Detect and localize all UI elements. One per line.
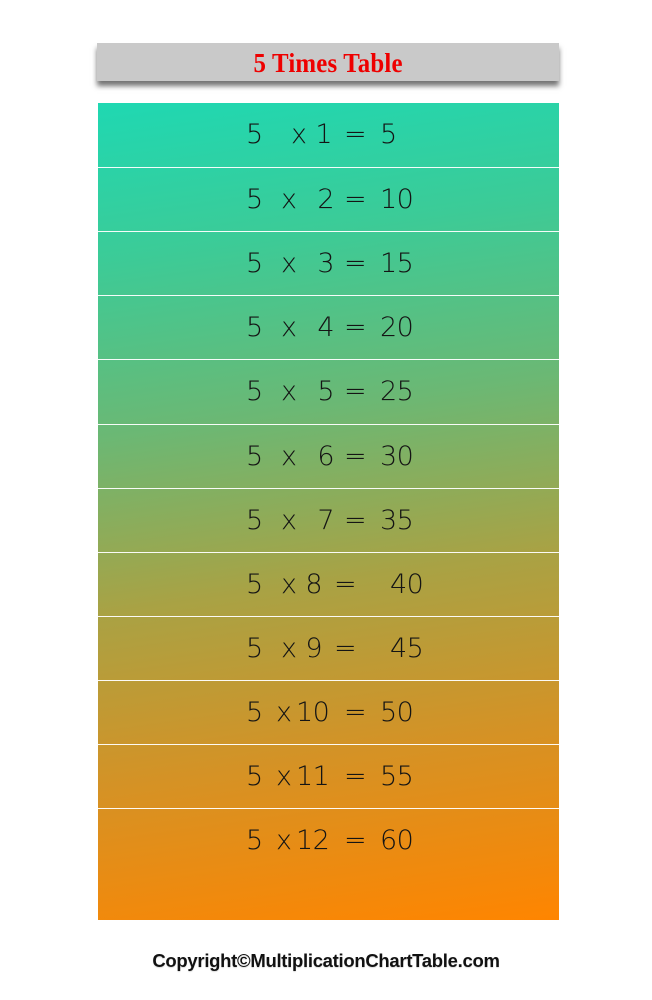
title-banner: 5 Times Table: [97, 43, 559, 81]
times-sign: x: [281, 248, 297, 279]
times-sign: x: [276, 761, 292, 792]
table-row: 5 x 2 = 10: [98, 168, 559, 232]
table-row: 5 x 9 = 45: [98, 617, 559, 681]
table-row: 5 x 8 = 40: [98, 553, 559, 617]
page-title: 5 Times Table: [253, 48, 403, 78]
multiplicand: 5: [246, 697, 263, 728]
copyright-footer: Copyright©MultiplicationChartTable.com: [152, 950, 500, 971]
equals-sign: =: [344, 825, 367, 856]
multiplicand: 5: [246, 761, 263, 792]
product: 20: [380, 312, 414, 343]
equals-sign: =: [344, 376, 367, 407]
equals-sign: =: [344, 761, 367, 792]
multiplier: 1: [315, 119, 332, 150]
product: 55: [380, 761, 414, 792]
table-row: 5 x 12 = 60: [98, 809, 559, 920]
equals-sign: =: [344, 697, 367, 728]
times-sign: x: [281, 376, 297, 407]
product: 10: [380, 184, 414, 215]
multiplier: 12: [296, 825, 330, 856]
times-sign: x: [281, 441, 297, 472]
times-sign: x: [281, 312, 297, 343]
multiplier: 5: [317, 376, 334, 407]
times-sign: x: [281, 184, 297, 215]
multiplicand: 5: [246, 119, 263, 150]
product: 60: [380, 825, 414, 856]
multiplier: 8: [305, 569, 322, 600]
product: 40: [390, 569, 424, 600]
times-table: 5 x 1 = 5 5 x 2 = 10 5 x 3 = 15 5 x 4 = 20 5 x 5 = 25 5 x 6 = 30 5 x 7 = 3…: [98, 103, 559, 920]
multiplier: 3: [317, 248, 334, 279]
product: 50: [380, 697, 414, 728]
product: 25: [380, 376, 414, 407]
table-row: 5 x 10 = 50: [98, 681, 559, 745]
times-sign: x: [276, 825, 292, 856]
equals-sign: =: [344, 184, 367, 215]
equals-sign: =: [344, 312, 367, 343]
multiplicand: 5: [246, 376, 263, 407]
product: 45: [390, 633, 424, 664]
multiplicand: 5: [246, 569, 263, 600]
table-row: 5 x 3 = 15: [98, 232, 559, 296]
multiplicand: 5: [246, 248, 263, 279]
equals-sign: =: [334, 633, 357, 664]
equals-sign: =: [344, 248, 367, 279]
times-sign: x: [276, 697, 292, 728]
product: 35: [380, 505, 414, 536]
multiplier: 6: [317, 441, 334, 472]
table-row: 5 x 6 = 30: [98, 425, 559, 489]
table-row: 5 x 1 = 5: [98, 103, 559, 168]
multiplier: 11: [296, 761, 330, 792]
equals-sign: =: [344, 441, 367, 472]
equals-sign: =: [334, 569, 357, 600]
product: 5: [380, 119, 397, 150]
table-row: 5 x 5 = 25: [98, 360, 559, 425]
times-sign: x: [281, 505, 297, 536]
multiplicand: 5: [246, 505, 263, 536]
product: 15: [380, 248, 414, 279]
multiplier: 9: [305, 633, 322, 664]
equals-sign: =: [344, 119, 367, 150]
multiplicand: 5: [246, 441, 263, 472]
multiplier: 10: [296, 697, 330, 728]
multiplicand: 5: [246, 633, 263, 664]
table-row: 5 x 7 = 35: [98, 489, 559, 553]
multiplier: 7: [317, 505, 334, 536]
equals-sign: =: [344, 505, 367, 536]
product: 30: [380, 441, 414, 472]
multiplicand: 5: [246, 184, 263, 215]
multiplier: 2: [317, 184, 334, 215]
multiplier: 4: [317, 312, 334, 343]
table-row: 5 x 4 = 20: [98, 296, 559, 360]
multiplicand: 5: [246, 312, 263, 343]
multiplicand: 5: [246, 825, 263, 856]
table-row: 5 x 11 = 55: [98, 745, 559, 809]
